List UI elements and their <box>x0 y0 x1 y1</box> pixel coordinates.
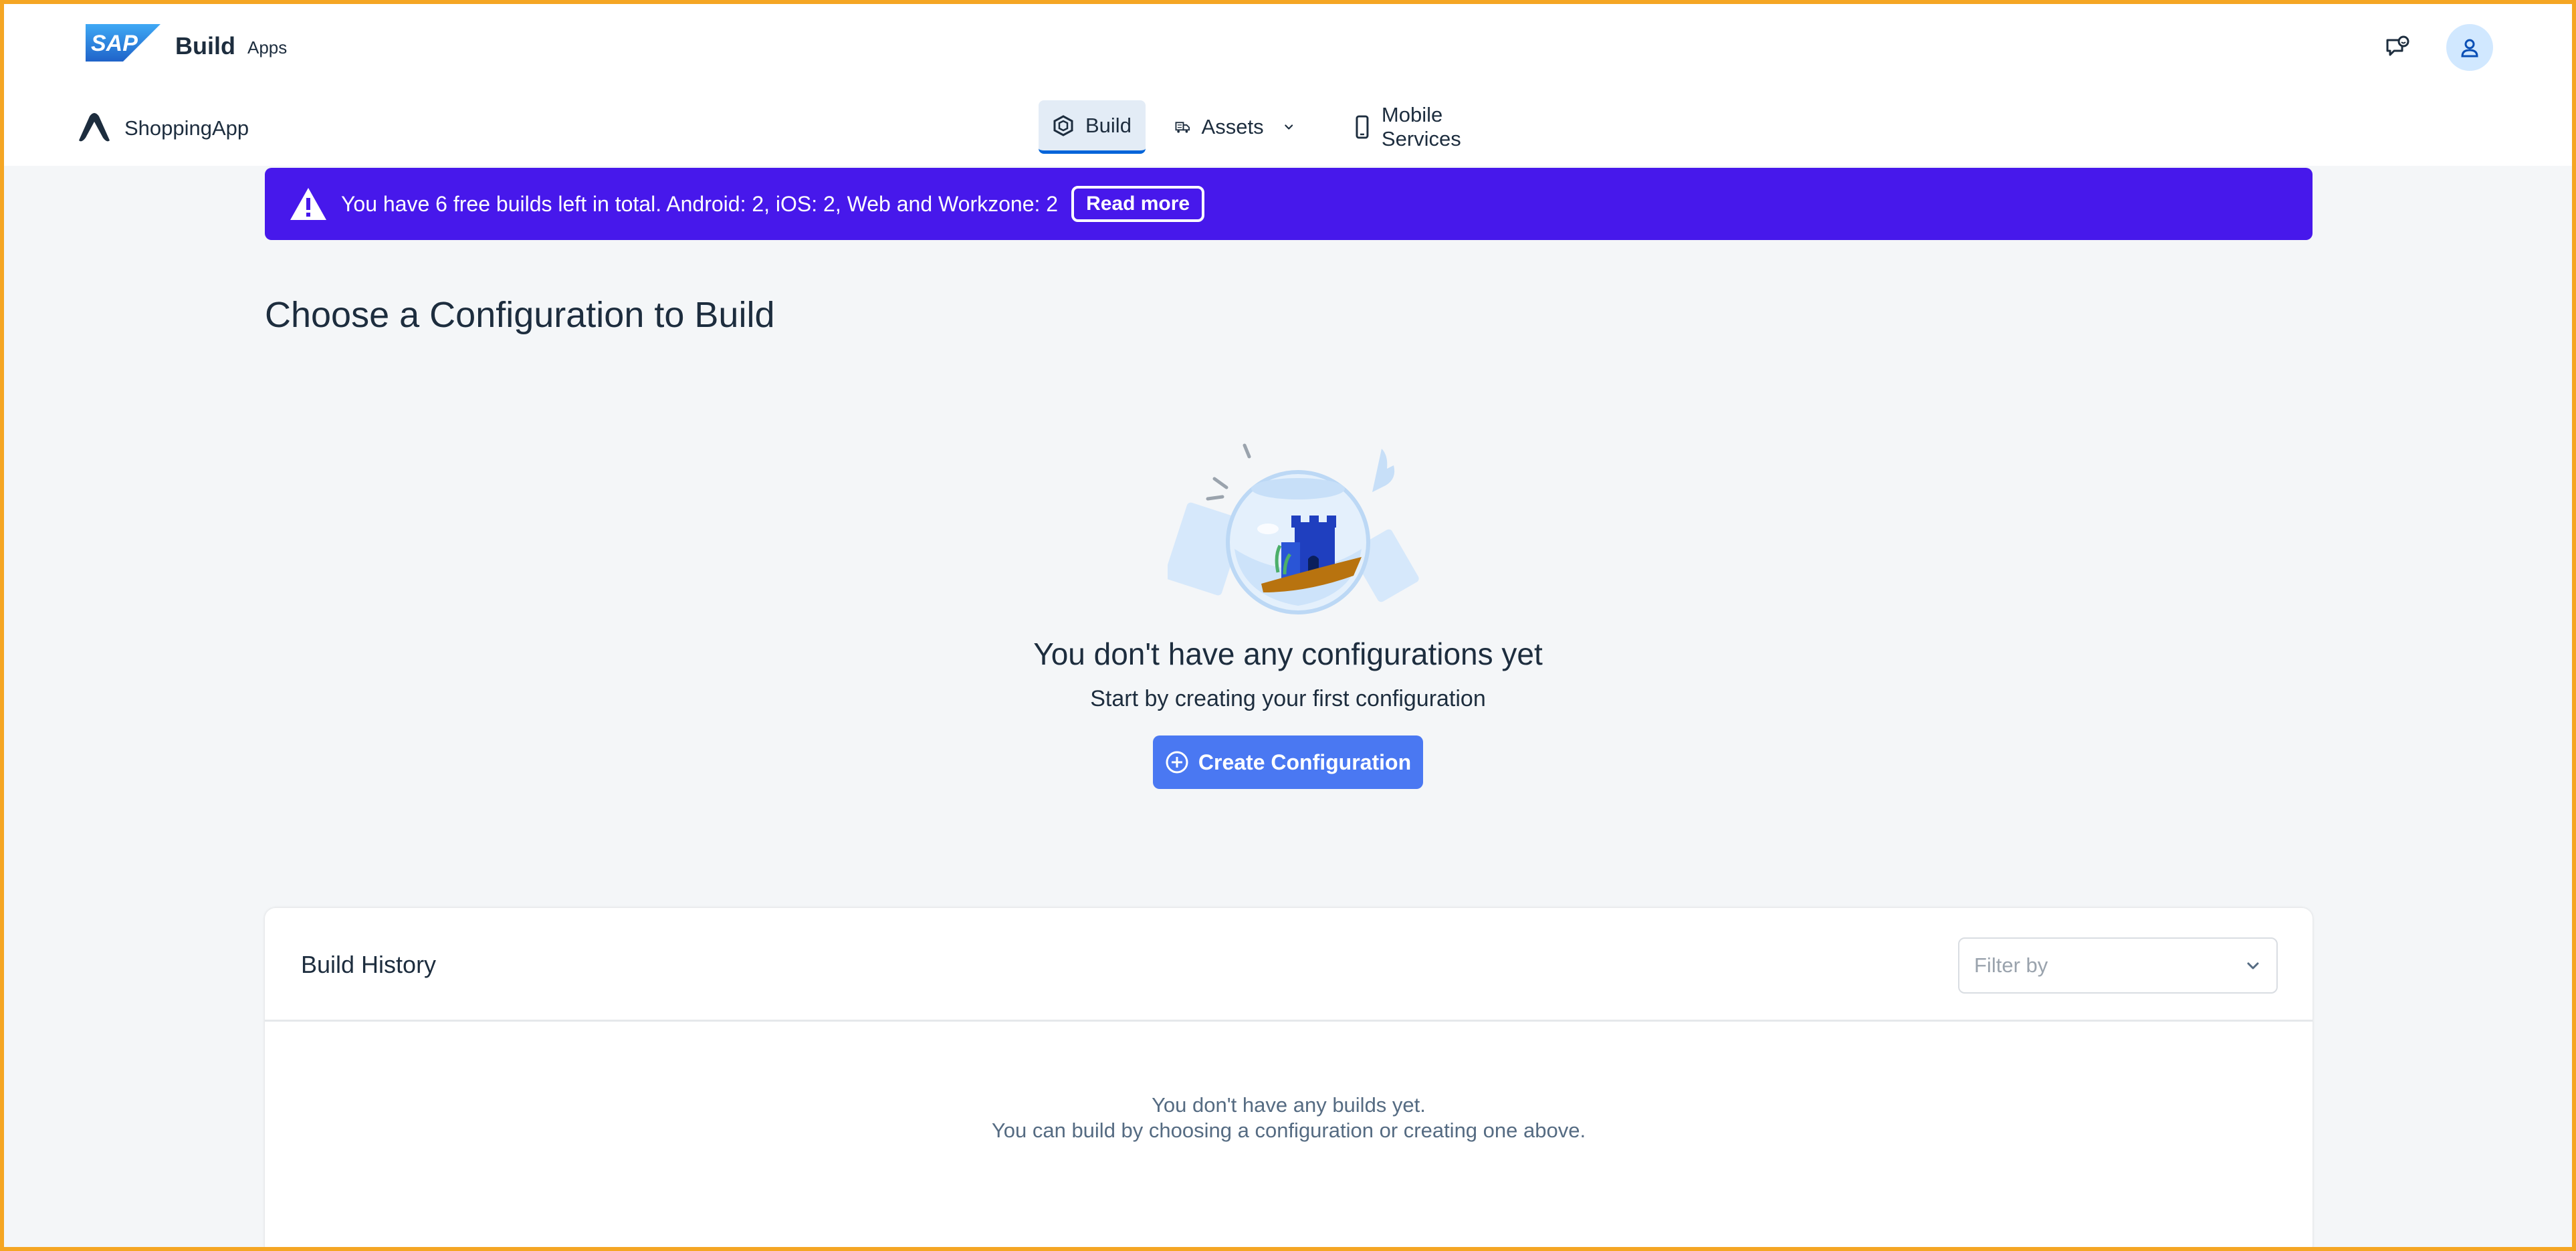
build-icon <box>1053 114 1073 136</box>
history-empty-line-1: You don't have any builds yet. <box>1152 1093 1426 1117</box>
sap-logo-text: SAP <box>91 31 138 56</box>
tab-mobile-label: Mobile Services <box>1381 103 1461 150</box>
chevron-down-icon <box>2247 962 2259 970</box>
tab-assets-label: Assets <box>1201 115 1264 138</box>
product-name: Build <box>175 32 235 60</box>
tab-build[interactable]: Build <box>1039 100 1146 154</box>
filter-by-select[interactable]: Filter by <box>1958 937 2278 994</box>
chevron-down-icon[interactable] <box>1283 117 1295 137</box>
empty-state-title: You don't have any configurations yet <box>1033 637 1543 671</box>
build-history-title: Build History <box>301 951 437 978</box>
user-icon <box>2461 39 2478 58</box>
product-subtitle: Apps <box>247 37 288 58</box>
feedback-icon <box>2386 35 2409 56</box>
build-history-empty-message: You don't have any builds yet. You can b… <box>265 1093 2313 1143</box>
sap-logo[interactable]: SAP <box>86 24 160 62</box>
tab-mobile-services[interactable]: Mobile Services <box>1340 100 1541 154</box>
banner-text: You have 6 free builds left in total. An… <box>341 191 1059 216</box>
app-name[interactable]: ShoppingApp <box>124 116 249 140</box>
create-configuration-label: Create Configuration <box>1198 750 1412 774</box>
build-history-header: Build History Filter by <box>265 908 2313 1022</box>
free-builds-banner: You have 6 free builds left in total. An… <box>265 168 2313 240</box>
build-history-card: Build History Filter by You don't have a… <box>265 908 2313 1247</box>
add-circle-icon <box>1166 751 1188 774</box>
mobile-icon <box>1356 115 1369 139</box>
create-configuration-button[interactable]: Create Configuration <box>1153 735 1423 789</box>
shell-bar: SAP Build Apps <box>4 4 2572 87</box>
warning-icon <box>290 188 326 220</box>
feedback-button[interactable] <box>2374 24 2421 71</box>
app-logo-icon <box>79 113 110 142</box>
tab-assets[interactable]: Assets <box>1161 100 1308 154</box>
page-title: Choose a Configuration to Build <box>265 295 775 335</box>
user-avatar-button[interactable] <box>2446 24 2493 71</box>
filter-placeholder: Filter by <box>1974 953 2048 977</box>
read-more-button[interactable]: Read more <box>1071 186 1205 222</box>
assets-icon <box>1175 122 1190 133</box>
tab-build-label: Build <box>1085 113 1132 137</box>
app-window: SAP Build Apps ShoppingApp Build Assets … <box>4 4 2572 1247</box>
empty-state-subtitle: Start by creating your first configurati… <box>1090 686 1486 711</box>
history-empty-line-2: You can build by choosing a configuratio… <box>991 1119 1586 1142</box>
app-navigation-bar: ShoppingApp Build Assets Mobile Services <box>4 87 2572 166</box>
empty-fishbowl-illustration <box>1168 443 1419 614</box>
